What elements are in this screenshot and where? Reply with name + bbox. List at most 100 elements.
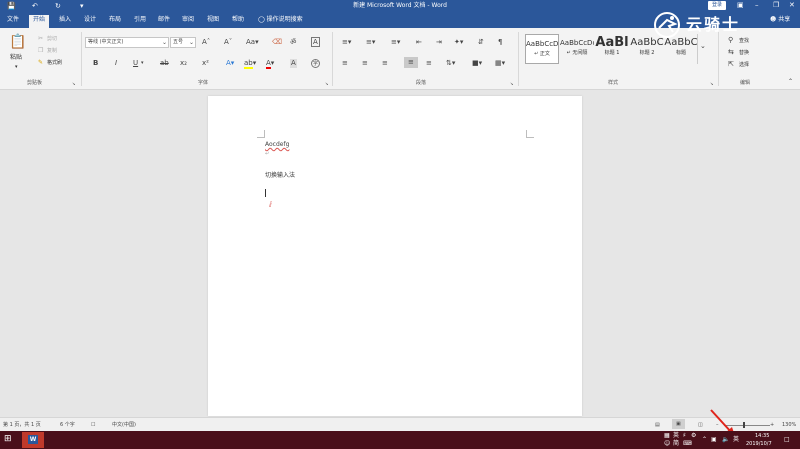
read-mode-icon[interactable]: ▤ — [655, 421, 660, 429]
language-indicator[interactable]: 中文(中国) — [112, 421, 136, 429]
decrease-indent-icon[interactable]: ⇤ — [416, 38, 422, 47]
clear-formatting-icon[interactable]: ⌫ — [272, 38, 282, 47]
superscript-icon[interactable]: x² — [202, 59, 209, 68]
ime-grid-icon[interactable]: ▦ — [664, 432, 670, 440]
multilevel-list-icon[interactable]: ≡▾ — [391, 38, 400, 47]
clipboard-launcher-icon[interactable]: ↘ — [72, 80, 75, 88]
clock-date[interactable]: 2019/10/7 — [746, 440, 772, 448]
grow-font-icon[interactable]: Aˆ — [202, 38, 210, 47]
increase-indent-icon[interactable]: ⇥ — [436, 38, 442, 47]
ime-settings-icon[interactable]: ⚙ — [691, 432, 696, 440]
tab-file[interactable]: 文件 — [3, 15, 23, 26]
ime-emoji-icon[interactable]: ☺ — [664, 440, 670, 448]
zoom-in-icon[interactable]: + — [770, 421, 774, 429]
align-left-icon[interactable]: ≡ — [342, 59, 348, 68]
align-center-icon[interactable]: ≡ — [362, 59, 368, 68]
numbering-icon[interactable]: ≡▾ — [366, 38, 375, 47]
zoom-level[interactable]: 130% — [782, 421, 796, 429]
ime-mode-top[interactable]: 英 — [673, 432, 679, 440]
tab-home[interactable]: 开始 — [29, 15, 50, 28]
cut-button[interactable]: 剪切 — [47, 35, 57, 43]
tab-layout[interactable]: 布局 — [105, 15, 125, 26]
paste-icon[interactable]: 📋 — [9, 34, 26, 50]
replace-button[interactable]: 替换 — [739, 49, 749, 57]
ime-keyboard-icon[interactable]: ⌨ — [683, 440, 692, 448]
style-normal[interactable]: AaBbCcDc ↵ 正文 — [525, 34, 559, 64]
borders-icon[interactable]: ▦▾ — [495, 59, 505, 68]
font-size-value: 五号 — [173, 39, 184, 45]
ime-mode-bottom[interactable]: 简 — [673, 440, 679, 448]
style-no-spacing[interactable]: AaBbCcDc ↵ 无间隔 — [560, 34, 594, 64]
show-marks-icon[interactable]: ¶ — [498, 38, 502, 47]
ime-punctuation-icon[interactable]: ♯ — [683, 432, 686, 440]
font-launcher-icon[interactable]: ↘ — [325, 80, 328, 88]
enclose-characters-icon[interactable]: 字 — [311, 59, 320, 68]
clipboard-label: 剪贴板 — [27, 80, 43, 86]
tab-help[interactable]: 帮助 — [228, 15, 248, 26]
tab-references[interactable]: 引用 — [130, 15, 150, 26]
editing-label: 编辑 — [740, 80, 751, 86]
align-right-icon[interactable]: ≡ — [382, 59, 388, 68]
format-painter-icon[interactable]: ✎ — [38, 58, 43, 67]
collapse-ribbon-icon[interactable]: ⌃ — [788, 78, 793, 86]
underline-icon[interactable]: U — [133, 59, 138, 68]
word-taskbar-button[interactable]: W — [22, 432, 44, 448]
character-border-icon[interactable]: A — [311, 37, 320, 47]
select-button[interactable]: 选择 — [739, 61, 749, 69]
notifications-icon[interactable]: □ — [784, 436, 790, 444]
paste-button[interactable]: 粘贴 — [10, 54, 22, 62]
sort-icon[interactable]: ⇵ — [478, 38, 484, 47]
tab-design[interactable]: 设计 — [80, 15, 100, 26]
asian-layout-icon[interactable]: ✦▾ — [454, 38, 463, 47]
font-name-combo[interactable]: 等线 (中文正文) ⌄ — [85, 37, 169, 48]
volume-icon[interactable]: 🔈 — [722, 436, 729, 444]
tab-view[interactable]: 视图 — [203, 15, 223, 26]
justify-icon[interactable]: ≡ — [404, 57, 418, 68]
shading-icon[interactable]: ■▾ — [472, 59, 482, 68]
proofing-icon[interactable]: ☐ — [91, 421, 95, 429]
font-color-icon[interactable]: A▾ — [266, 59, 274, 69]
style-heading-1[interactable]: AaBl 标题 1 — [595, 34, 629, 64]
print-layout-icon[interactable]: ▣ — [672, 419, 685, 429]
strikethrough-icon[interactable]: ab — [160, 59, 169, 68]
line-spacing-icon[interactable]: ⇅▾ — [446, 59, 455, 68]
paste-dropdown-icon[interactable]: ▾ — [15, 63, 18, 71]
word-count[interactable]: 6 个字 — [60, 421, 75, 429]
replace-icon[interactable]: ⇆ — [728, 48, 734, 57]
bullets-icon[interactable]: ≡▾ — [342, 38, 351, 47]
zoom-slider-thumb[interactable] — [743, 422, 745, 428]
tab-review[interactable]: 审阅 — [178, 15, 198, 26]
copy-button[interactable]: 复制 — [47, 47, 57, 55]
italic-icon[interactable]: I — [115, 59, 117, 68]
login-button[interactable]: 登录 — [708, 1, 726, 10]
bold-icon[interactable]: B — [93, 59, 98, 68]
highlight-icon[interactable]: ab▾ — [244, 59, 256, 69]
document-page[interactable]: Aocdefg ↵ 切换输入法 ⅈ — [208, 96, 582, 416]
phonetic-guide-icon[interactable]: ॐ — [290, 38, 296, 47]
subscript-icon[interactable]: x₂ — [180, 59, 187, 68]
close-icon[interactable]: ✕ — [789, 0, 795, 11]
change-case-icon[interactable]: Aa▾ — [246, 38, 259, 47]
tell-me-search[interactable]: ◯ 操作说明搜索 — [258, 15, 303, 25]
tray-language[interactable]: 英 — [733, 436, 739, 444]
distributed-icon[interactable]: ≡ — [426, 59, 432, 68]
cut-icon[interactable]: ✂ — [38, 34, 43, 43]
format-painter-button[interactable]: 格式刷 — [47, 59, 62, 67]
font-size-combo[interactable]: 五号 ⌄ — [170, 37, 196, 48]
paragraph-launcher-icon[interactable]: ↘ — [510, 80, 513, 88]
underline-dropdown-icon[interactable]: ▾ — [141, 59, 144, 68]
network-icon[interactable]: ▣ — [711, 436, 717, 444]
tab-insert[interactable]: 插入 — [55, 15, 75, 26]
text-effects-icon[interactable]: A▾ — [226, 59, 234, 68]
select-icon[interactable]: ⇱ — [728, 60, 734, 69]
page-count[interactable]: 第 1 页，共 1 页 — [3, 421, 41, 429]
web-layout-icon[interactable]: ◫ — [698, 421, 703, 429]
copy-icon[interactable]: ❐ — [38, 46, 43, 55]
styles-launcher-icon[interactable]: ↘ — [710, 80, 713, 88]
clock-time[interactable]: 14:35 — [755, 432, 769, 440]
tab-mailings[interactable]: 邮件 — [154, 15, 174, 26]
windows-start-icon[interactable]: ⊞ — [4, 435, 12, 444]
character-shading-icon[interactable]: A — [290, 59, 297, 68]
shrink-font-icon[interactable]: Aˇ — [224, 38, 232, 47]
chevron-up-icon[interactable]: ⌃ — [702, 436, 707, 444]
